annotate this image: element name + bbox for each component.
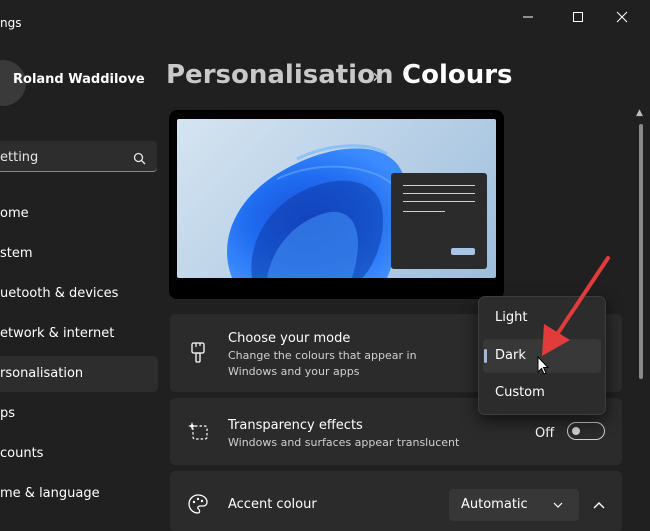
sidebar-item-system[interactable]: stem <box>0 236 158 272</box>
minimize-icon <box>523 16 533 18</box>
menu-item-custom[interactable]: Custom <box>483 376 601 410</box>
chevron-down-icon <box>553 502 563 508</box>
selection-indicator <box>484 349 487 363</box>
sidebar-item-home[interactable]: ome <box>0 196 158 232</box>
sidebar-item-label: etwork & internet <box>0 326 115 341</box>
search-input-value: etting <box>0 150 39 165</box>
breadcrumb-separator: › <box>372 64 380 88</box>
accent-colour-dropdown[interactable]: Automatic <box>449 489 579 521</box>
sidebar-item-time-language[interactable]: me & language <box>0 476 158 512</box>
chevron-up-icon[interactable] <box>593 501 605 509</box>
sidebar-item-apps[interactable]: ps <box>0 396 158 432</box>
sidebar-item-label: ps <box>0 406 16 421</box>
menu-item-label: Light <box>495 310 528 325</box>
menu-item-label: Custom <box>495 385 545 400</box>
window-title: ngs <box>0 16 22 30</box>
minimize-button[interactable] <box>506 4 550 30</box>
transparency-icon <box>188 422 208 440</box>
sidebar-item-personalisation[interactable]: rsonalisation <box>0 356 158 392</box>
accent-title: Accent colour <box>228 497 317 512</box>
account-name: Roland Waddilove <box>13 72 145 87</box>
palette-icon <box>188 494 208 514</box>
mode-subtitle-line2: Windows and your apps <box>228 365 360 378</box>
menu-item-label: Dark <box>495 348 526 363</box>
close-icon <box>616 11 628 23</box>
toggle-knob <box>572 426 580 435</box>
preview-accent-button <box>451 248 475 255</box>
sidebar-item-accounts[interactable]: counts <box>0 436 158 472</box>
arrow-annotation-icon <box>542 256 610 356</box>
transparency-toggle[interactable] <box>567 422 605 440</box>
brush-icon <box>191 342 205 363</box>
sidebar-item-label: counts <box>0 446 44 461</box>
scroll-up-arrow[interactable]: ▲ <box>636 108 643 118</box>
accent-colour-value: Automatic <box>461 497 528 512</box>
close-button[interactable] <box>600 4 644 30</box>
page-title: Colours <box>402 60 513 90</box>
transparency-title: Transparency effects <box>228 418 363 433</box>
sidebar-item-network[interactable]: etwork & internet <box>0 316 158 352</box>
sidebar-item-label: uetooth & devices <box>0 286 119 301</box>
sidebar-item-label: me & language <box>0 486 100 501</box>
maximize-icon <box>573 12 583 22</box>
sidebar-item-bluetooth[interactable]: uetooth & devices <box>0 276 158 312</box>
scrollbar-thumb[interactable] <box>639 124 643 379</box>
breadcrumb-parent[interactable]: Personalisation <box>166 60 393 90</box>
cursor-icon <box>537 356 549 375</box>
transparency-state: Off <box>535 426 555 441</box>
maximize-button[interactable] <box>556 4 600 30</box>
search-icon[interactable] <box>133 150 146 169</box>
mode-title: Choose your mode <box>228 331 351 346</box>
sidebar-item-label: stem <box>0 246 33 261</box>
sidebar-item-label: ome <box>0 206 29 221</box>
mode-subtitle-line1: Change the colours that appear in <box>228 349 417 362</box>
preview-window <box>391 173 487 269</box>
transparency-subtitle: Windows and surfaces appear translucent <box>228 436 460 449</box>
sidebar-item-label: rsonalisation <box>0 366 84 381</box>
